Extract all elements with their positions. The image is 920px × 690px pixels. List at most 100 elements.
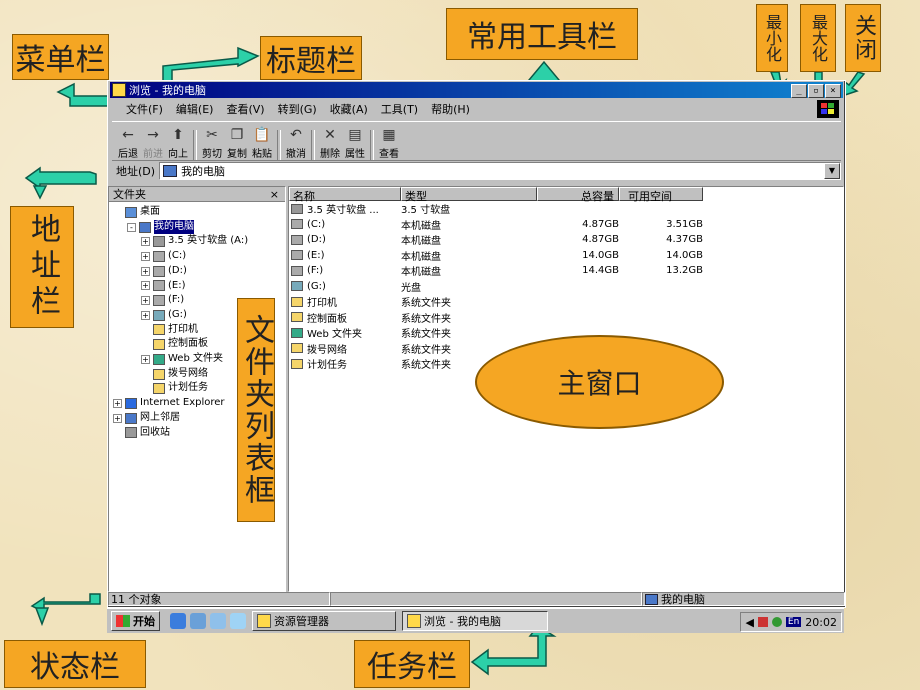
- tree-node-label: (D:): [168, 264, 187, 276]
- toolbar-icon-4: ❐: [230, 127, 244, 143]
- toolbar-button-9[interactable]: ▦ 查看: [379, 127, 399, 160]
- menu-edit[interactable]: 编辑(E): [176, 101, 214, 117]
- title-bar[interactable]: 浏览 - 我的电脑 _ ▫ ×: [110, 82, 843, 98]
- row-free: 14.0GB: [666, 249, 703, 261]
- item-icon: [291, 203, 303, 214]
- maximize-button[interactable]: ▫: [808, 84, 824, 98]
- expand-toggle-icon[interactable]: +: [113, 398, 122, 408]
- list-row[interactable]: (D:) 本机磁盘 4.87GB 4.37GB: [289, 232, 843, 248]
- toolbar-label-1: 前进: [143, 149, 163, 160]
- expand-toggle-icon[interactable]: +: [141, 266, 150, 276]
- column-type[interactable]: 类型: [401, 187, 537, 203]
- list-row[interactable]: 打印机 系统文件夹: [289, 294, 843, 310]
- expand-toggle-icon[interactable]: +: [141, 281, 150, 291]
- toolbar-button-1[interactable]: → 前进: [143, 127, 163, 160]
- menu-file[interactable]: 文件(F): [126, 101, 163, 117]
- list-row[interactable]: (F:) 本机磁盘 14.4GB 13.2GB: [289, 263, 843, 279]
- address-input[interactable]: 我的电脑 ▼: [159, 162, 841, 180]
- tree-node[interactable]: + (D:): [109, 264, 285, 279]
- tree-node-label: 桌面: [140, 206, 160, 217]
- expand-toggle-icon[interactable]: +: [113, 413, 122, 423]
- ime-indicator[interactable]: En: [785, 617, 802, 627]
- row-type: 本机磁盘: [401, 236, 441, 248]
- shield-icon[interactable]: [757, 617, 768, 627]
- folderlist-callout: 文件夹列表框: [237, 298, 275, 522]
- standard-toolbar: ← 后退 → 前进 ⬆ 向上 ✂ 剪切 ❐ 复制 📋 粘贴 ↶ 撤消 ✕ 删除 ▤ 属性 ▦ 查看: [112, 121, 841, 161]
- row-name: (G:): [307, 280, 326, 292]
- task-browse[interactable]: 浏览 - 我的电脑: [402, 611, 548, 631]
- system-tray: ◀ En 20:02: [740, 612, 842, 632]
- toolbar-button-4[interactable]: ❐ 复制: [227, 127, 247, 160]
- toolbar-button-0[interactable]: ← 后退: [118, 127, 138, 160]
- toolbar-button-7[interactable]: ✕ 删除: [320, 127, 340, 160]
- list-row[interactable]: 3.5 英寸软盘 ... 3.5 寸软盘: [289, 201, 843, 217]
- row-type: 光盘: [401, 282, 421, 294]
- row-type: 系统文件夹: [401, 298, 451, 310]
- menu-help[interactable]: 帮助(H): [431, 101, 470, 117]
- tree-node-label: 计划任务: [168, 382, 208, 394]
- close-button[interactable]: ×: [825, 84, 841, 98]
- row-total: 14.0GB: [582, 249, 619, 261]
- ie-icon[interactable]: [170, 613, 186, 629]
- toolbar-button-6[interactable]: ↶ 撤消: [286, 127, 306, 160]
- start-label: 开始: [133, 615, 155, 628]
- status-location-wrap: 我的电脑: [642, 592, 845, 606]
- toolbar-icon-1: →: [147, 127, 159, 143]
- menu-view[interactable]: 查看(V): [226, 101, 264, 117]
- toolbar-label-9: 查看: [379, 149, 399, 160]
- network-icon[interactable]: [771, 617, 782, 627]
- expand-toggle-icon[interactable]: +: [141, 251, 150, 261]
- folder-pane-close-button[interactable]: ×: [270, 188, 279, 201]
- toolbar-button-3[interactable]: ✂ 剪切: [202, 127, 222, 160]
- toolbar-separator: [277, 130, 281, 160]
- task-explorer-label: 资源管理器: [274, 615, 329, 628]
- tree-node[interactable]: - 我的电脑: [109, 219, 285, 235]
- expand-toggle-icon[interactable]: +: [141, 237, 150, 247]
- task-explorer[interactable]: 资源管理器: [252, 611, 396, 631]
- folder-icon: [139, 221, 151, 233]
- expand-toggle-icon[interactable]: +: [141, 296, 150, 306]
- folder-icon: [153, 265, 165, 277]
- toolbar-icon-2: ⬆: [172, 127, 184, 143]
- item-icon: [291, 265, 303, 276]
- list-row[interactable]: (E:) 本机磁盘 14.0GB 14.0GB: [289, 248, 843, 264]
- item-icon: [291, 343, 303, 354]
- tree-node[interactable]: +3.5 英寸软盘 (A:): [109, 234, 285, 249]
- toolbar-button-5[interactable]: 📋 粘贴: [252, 127, 272, 160]
- expand-toggle-icon[interactable]: -: [127, 222, 136, 232]
- address-dropdown-button[interactable]: ▼: [824, 163, 840, 179]
- column-name[interactable]: 名称: [289, 187, 401, 203]
- expand-toggle-icon[interactable]: +: [141, 354, 150, 364]
- start-button[interactable]: 开始: [111, 611, 160, 631]
- close-callout: 关闭: [845, 4, 881, 72]
- row-free: 4.37GB: [666, 234, 703, 246]
- desktop-icon[interactable]: [210, 613, 226, 629]
- tree-node[interactable]: + (E:): [109, 279, 285, 294]
- list-row[interactable]: (G:) 光盘: [289, 279, 843, 295]
- taskbar-callout: 任务栏: [354, 640, 470, 688]
- toolbar-button-2[interactable]: ⬆ 向上: [168, 127, 188, 160]
- channels-icon[interactable]: [230, 613, 246, 629]
- status-location: 我的电脑: [661, 593, 705, 606]
- column-total[interactable]: 总容量: [537, 187, 619, 203]
- menu-favorites[interactable]: 收藏(A): [330, 101, 368, 117]
- volume-icon[interactable]: ◀: [745, 616, 753, 629]
- list-row[interactable]: 控制面板 系统文件夹: [289, 310, 843, 326]
- address-bar: 地址(D) 我的电脑 ▼: [112, 162, 841, 180]
- row-total: 4.87GB: [582, 218, 619, 230]
- expand-toggle-icon[interactable]: +: [141, 310, 150, 320]
- toolbar-button-8[interactable]: ▤ 属性: [345, 127, 365, 160]
- column-free[interactable]: 可用空间: [619, 187, 703, 203]
- folder-icon: [153, 236, 165, 248]
- tree-node[interactable]: + (C:): [109, 249, 285, 264]
- tree-node[interactable]: 桌面: [109, 205, 285, 220]
- minimize-button[interactable]: _: [791, 84, 807, 98]
- row-name: 打印机: [307, 298, 337, 310]
- list-row[interactable]: (C:) 本机磁盘 4.87GB 3.51GB: [289, 217, 843, 233]
- folder-icon: [153, 280, 165, 292]
- tree-node-label: Web 文件夹: [168, 353, 223, 365]
- folder-icon: [153, 353, 165, 365]
- menu-tools[interactable]: 工具(T): [381, 101, 418, 117]
- menu-goto[interactable]: 转到(G): [278, 101, 317, 117]
- outlook-icon[interactable]: [190, 613, 206, 629]
